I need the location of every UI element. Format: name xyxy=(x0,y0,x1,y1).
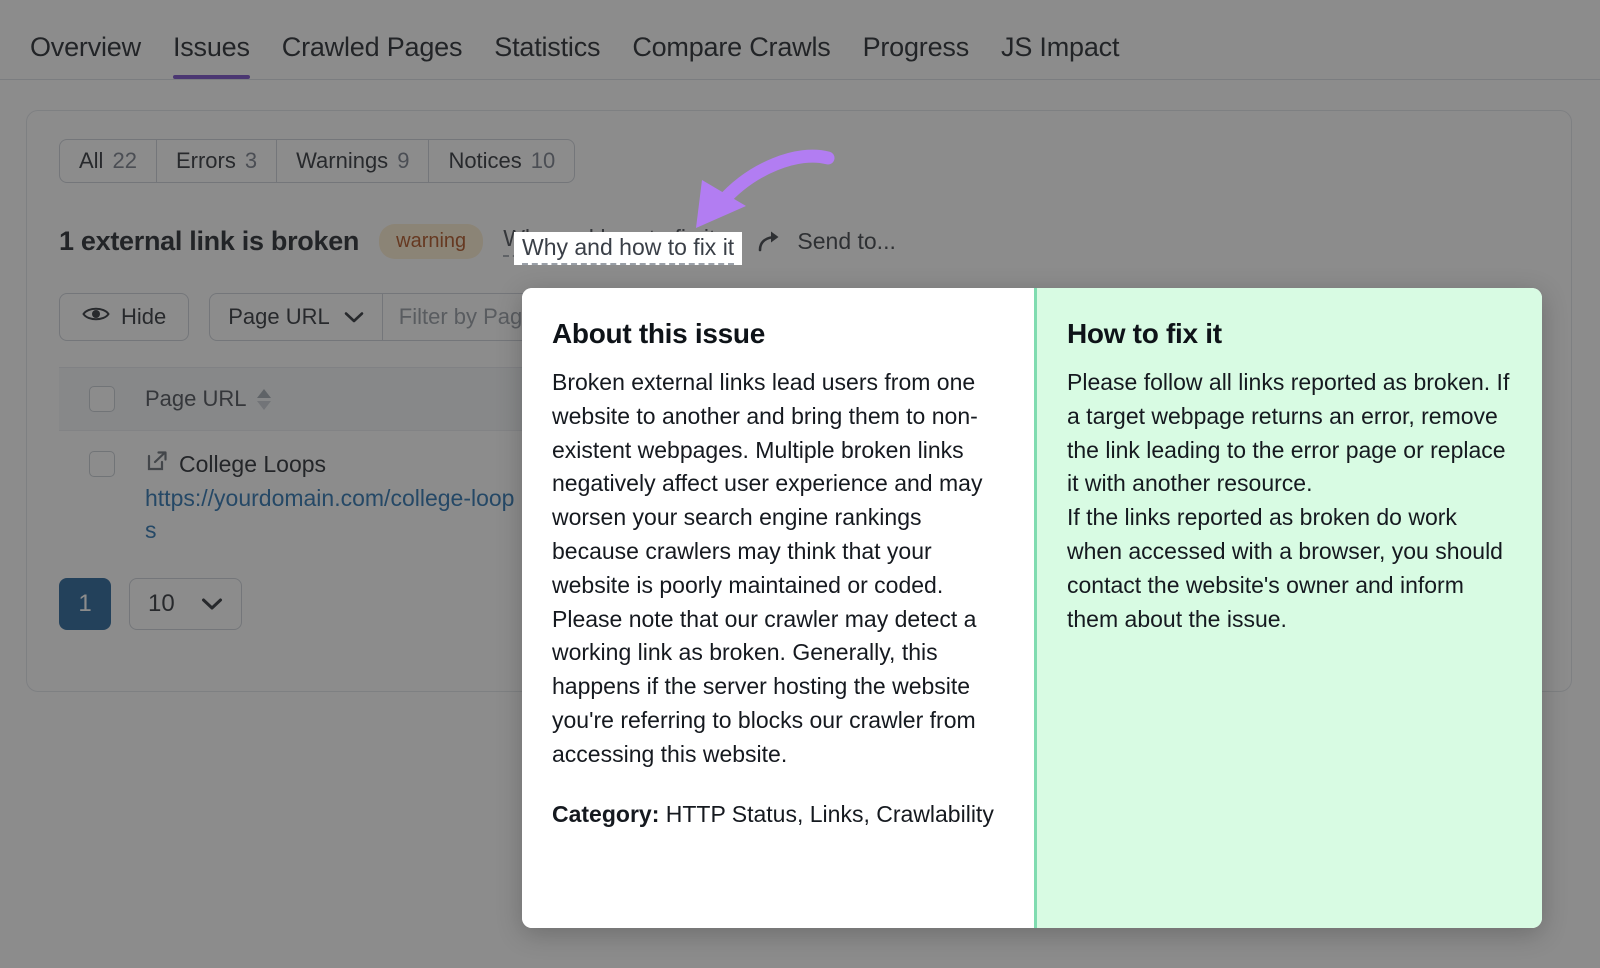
category-line: Category: HTTP Status, Links, Crawlabili… xyxy=(552,798,1002,832)
issue-explanation-modal: About this issue Broken external links l… xyxy=(522,288,1542,928)
how-to-fix-it-panel: How to fix it Please follow all links re… xyxy=(1034,288,1542,928)
why-and-how-to-fix-it-link[interactable]: Why and how to fix it xyxy=(514,232,742,265)
how-to-fix-heading: How to fix it xyxy=(1067,318,1512,350)
about-this-issue-panel: About this issue Broken external links l… xyxy=(522,288,1034,928)
how-to-fix-paragraph-2: If the links reported as broken do work … xyxy=(1067,501,1512,636)
screenshot-root: Overview Issues Crawled Pages Statistics… xyxy=(0,0,1600,968)
why-and-how-to-fix-it-label: Why and how to fix it xyxy=(522,234,734,265)
category-label: Category: xyxy=(552,801,659,827)
how-to-fix-paragraph-1: Please follow all links reported as brok… xyxy=(1067,366,1512,501)
about-paragraph-1: Broken external links lead users from on… xyxy=(552,366,1002,603)
about-paragraph-2: Please note that our crawler may detect … xyxy=(552,603,1002,772)
category-value: HTTP Status, Links, Crawlability xyxy=(666,801,994,827)
about-heading: About this issue xyxy=(552,318,1002,350)
